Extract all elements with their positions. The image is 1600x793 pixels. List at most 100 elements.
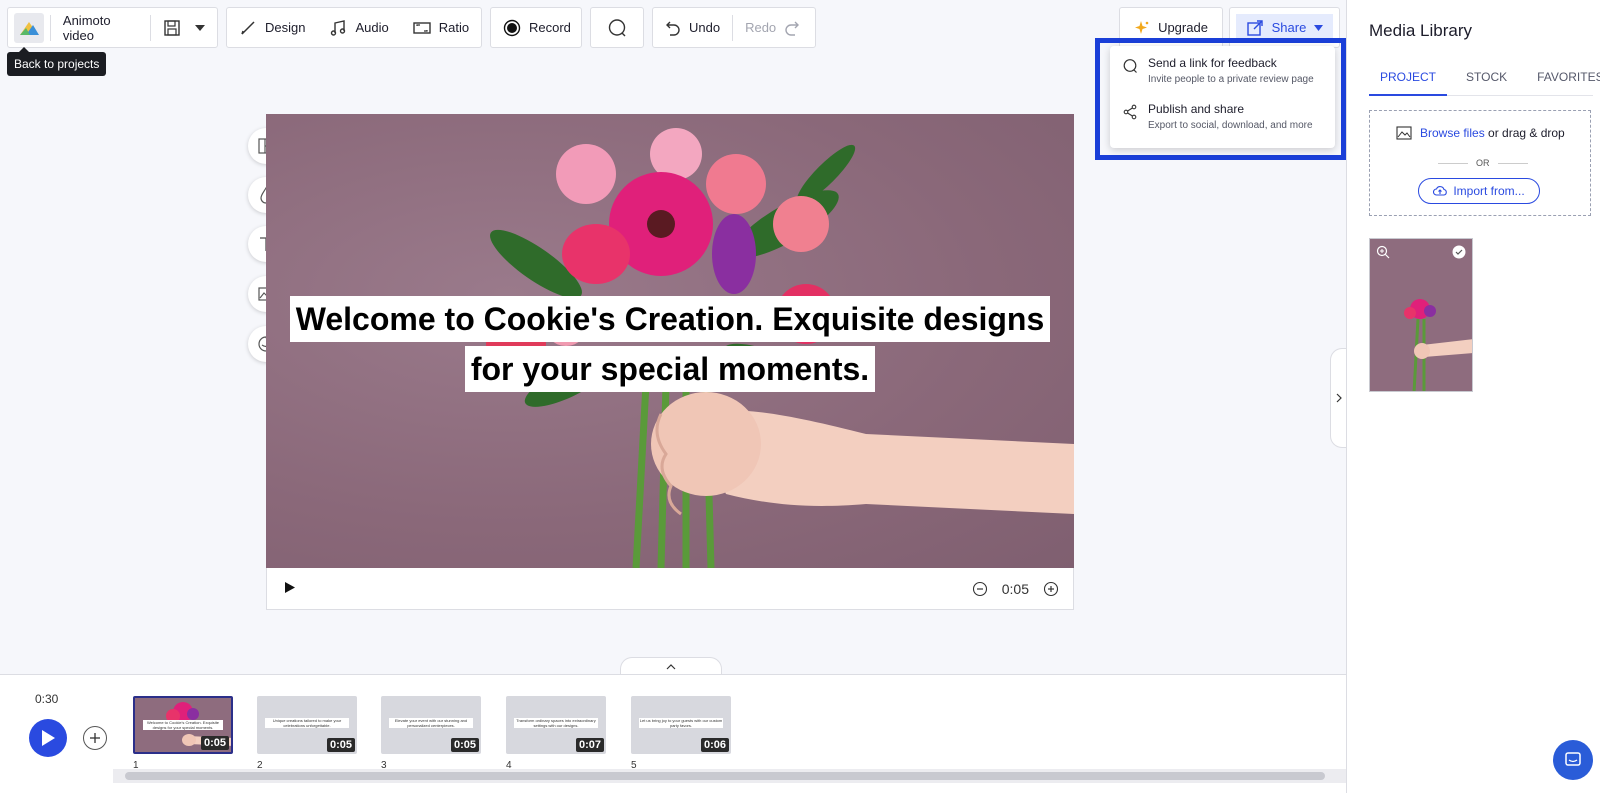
divider: [1497, 162, 1528, 164]
timeline-scrollbar[interactable]: [113, 769, 1346, 783]
scene-canvas[interactable]: Welcome to Cookie's Creation. Exquisite …: [266, 114, 1074, 568]
menu-item-subtitle: Export to social, download, and more: [1148, 120, 1313, 131]
scene-duration: 0:05: [1001, 580, 1029, 597]
chat-icon: [1565, 752, 1581, 766]
or-label: OR: [1476, 158, 1490, 168]
project-toolbar: Animoto video: [7, 7, 218, 48]
support-chat-button[interactable]: [1553, 740, 1593, 780]
audio-label: Audio: [355, 20, 389, 35]
scene-duration-badge: 0:07: [575, 738, 604, 752]
ratio-label: Ratio: [438, 20, 470, 35]
record-button-group: Record: [490, 7, 582, 48]
import-from-button[interactable]: Import from...: [1418, 178, 1540, 204]
feedback-button-group: [590, 7, 644, 48]
ratio-button[interactable]: Ratio: [401, 8, 481, 47]
redo-icon: [785, 21, 800, 36]
undo-label: Undo: [689, 20, 721, 35]
scene-thumbnail-2[interactable]: Unique creations tailored to make your c…: [257, 696, 357, 754]
record-button[interactable]: Record: [491, 8, 583, 47]
panel-toggle-handle[interactable]: [1330, 348, 1346, 448]
media-tabs: PROJECT STOCK FAVORITES: [1369, 64, 1600, 96]
back-to-projects-button[interactable]: [8, 8, 50, 47]
undo-button[interactable]: Undo: [653, 8, 732, 47]
total-duration: 0:30: [35, 692, 59, 706]
panel-title: Media Library: [1369, 21, 1472, 40]
history-group: Undo Redo: [652, 7, 816, 48]
design-label: Design: [265, 20, 306, 35]
scene-mini-caption: Let us bring joy to your guests with our…: [639, 718, 723, 728]
scrollbar-thumb[interactable]: [125, 772, 1325, 780]
edit-tools-group: Design Audio Ratio: [226, 7, 482, 48]
browse-files-link[interactable]: Browse files: [1420, 126, 1485, 140]
save-button[interactable]: [151, 8, 217, 47]
caret-down-icon: [1314, 24, 1324, 31]
scene-duration-badge: 0:05: [200, 736, 229, 750]
caption-line-1: Welcome to Cookie's Creation. Exquisite …: [289, 296, 1051, 342]
scene-duration-badge: 0:05: [326, 738, 355, 752]
scene-duration-badge: 0:06: [700, 738, 729, 752]
preview-play-button[interactable]: [285, 580, 295, 598]
back-to-projects-tooltip: Back to projects: [7, 47, 107, 76]
scene-thumbnail-3[interactable]: Elevate your event with our stunning and…: [381, 696, 481, 754]
scene-mini-caption: Transform ordinary spaces into extraordi…: [514, 718, 598, 728]
music-note-icon: [331, 19, 346, 36]
play-icon: [285, 581, 295, 593]
design-button[interactable]: Design: [227, 8, 317, 47]
tab-project[interactable]: PROJECT: [1369, 64, 1448, 96]
selected-check-icon[interactable]: [1452, 245, 1466, 259]
scene-thumbnail-4[interactable]: Transform ordinary spaces into extraordi…: [506, 696, 606, 754]
share-nodes-icon: [1123, 104, 1137, 120]
aspect-ratio-icon: [413, 21, 431, 34]
increase-duration-icon[interactable]: [1043, 581, 1059, 597]
menu-item-title: Publish and share: [1148, 102, 1245, 116]
speech-bubble-icon: [1123, 59, 1137, 73]
import-label: Import from...: [1453, 184, 1525, 198]
scene-mini-caption: Unique creations tailored to make your c…: [265, 718, 349, 728]
undo-icon: [666, 21, 680, 36]
upgrade-label: Upgrade: [1158, 20, 1208, 35]
menu-item-subtitle: Invite people to a private review page: [1148, 74, 1314, 85]
scene-mini-caption: Elevate your event with our stunning and…: [389, 718, 473, 728]
record-icon: [503, 19, 521, 36]
share-arrow-icon: [1246, 19, 1263, 36]
play-all-button[interactable]: [29, 719, 67, 757]
media-item-bouquet[interactable]: [1369, 238, 1473, 392]
scene-thumbnail-5[interactable]: Let us bring joy to your guests with our…: [631, 696, 731, 754]
zoom-in-icon[interactable]: [1376, 245, 1390, 259]
redo-button[interactable]: Redo: [733, 8, 812, 47]
scene-caption[interactable]: Welcome to Cookie's Creation. Exquisite …: [266, 296, 1074, 396]
project-title[interactable]: Animoto video: [51, 8, 150, 47]
share-menu: Send a link for feedback Invite people t…: [1110, 46, 1335, 148]
animoto-logo-icon: [14, 12, 44, 43]
timeline-toggle[interactable]: [620, 657, 722, 675]
menu-item-title: Send a link for feedback: [1148, 56, 1277, 70]
caret-down-icon: [194, 24, 205, 31]
speech-bubble-icon: [608, 18, 626, 36]
feedback-button[interactable]: [595, 8, 639, 47]
plus-icon: [90, 733, 100, 743]
send-feedback-link-item[interactable]: Send a link for feedback Invite people t…: [1122, 56, 1314, 85]
publish-and-share-item[interactable]: Publish and share Export to social, down…: [1122, 102, 1313, 131]
divider: [1438, 162, 1468, 164]
chevron-up-icon: [666, 663, 676, 669]
tab-favorites[interactable]: FAVORITES: [1526, 64, 1600, 96]
image-icon: [1396, 126, 1412, 140]
scene-thumbnail-1[interactable]: Welcome to Cookie's Creation. Exquisite …: [133, 696, 233, 754]
save-icon: [164, 19, 180, 36]
cloud-upload-icon: [1433, 186, 1448, 196]
add-scene-button[interactable]: [83, 726, 107, 750]
tab-stock[interactable]: STOCK: [1455, 64, 1518, 96]
chevron-right-icon: [1336, 393, 1342, 403]
drag-drop-text: or drag & drop: [1484, 126, 1565, 140]
upload-drop-zone[interactable]: Browse files or drag & drop OR Import fr…: [1369, 110, 1591, 216]
play-icon: [42, 730, 55, 746]
decrease-duration-icon[interactable]: [972, 581, 988, 597]
record-label: Record: [529, 20, 571, 35]
redo-label: Redo: [745, 20, 777, 35]
caption-line-2: for your special moments.: [464, 346, 876, 392]
scene-duration-badge: 0:05: [450, 738, 479, 752]
audio-button[interactable]: Audio: [317, 8, 400, 47]
share-label: Share: [1271, 20, 1307, 35]
media-library-panel: Media Library PROJECT STOCK FAVORITES Br…: [1346, 0, 1600, 793]
scene-mini-caption: Welcome to Cookie's Creation. Exquisite …: [143, 720, 223, 730]
